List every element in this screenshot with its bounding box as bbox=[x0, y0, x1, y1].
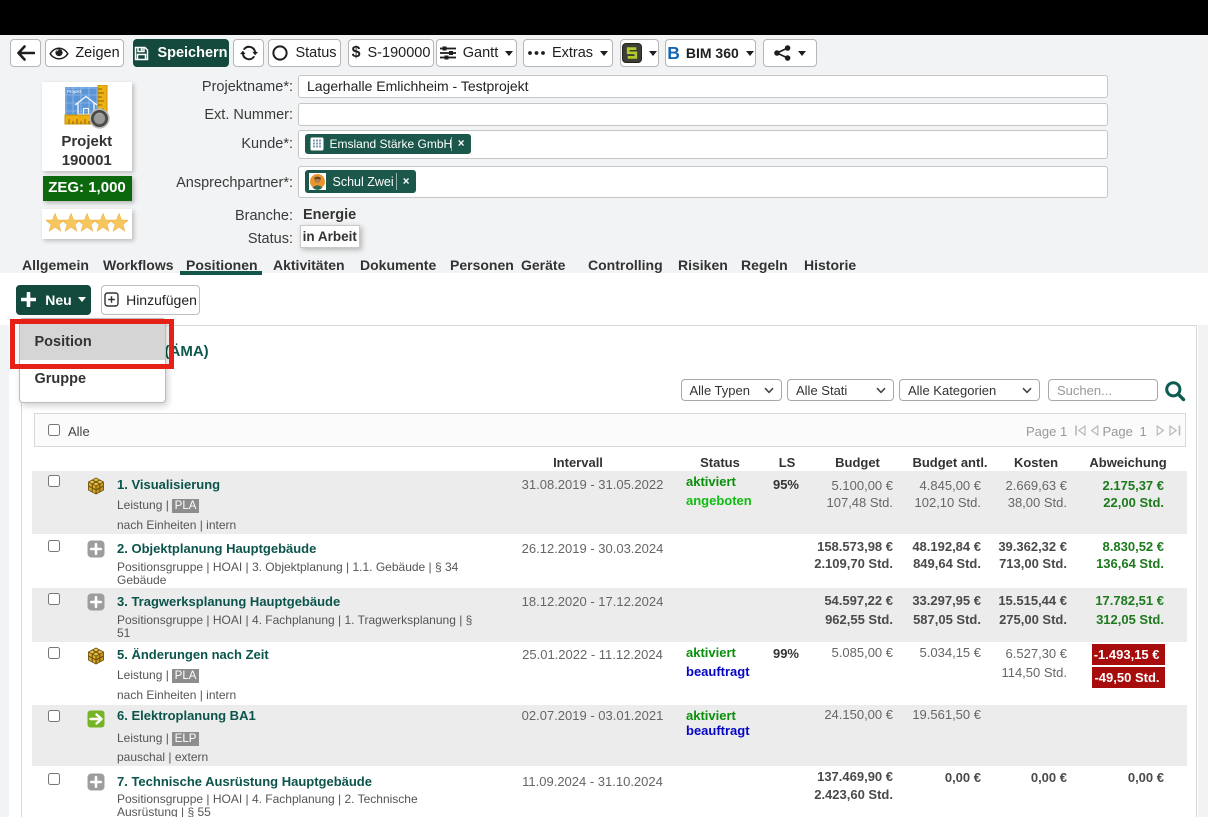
svg-text:Projekt: Projekt bbox=[67, 89, 82, 94]
